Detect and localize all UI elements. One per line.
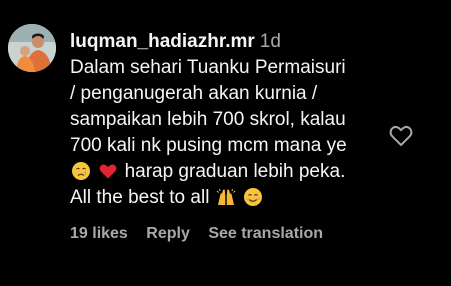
heart-outline-icon [389, 125, 413, 146]
smiling-face-emoji [243, 187, 263, 207]
red-heart-emoji [98, 161, 118, 181]
comment-line-4: 700 kali nk pusing mcm mana ye [70, 135, 347, 156]
comment-line-1: Dalam sehari Tuanku Permaisuri [70, 57, 346, 78]
comment-line-5: harap graduan lebih peka. [70, 159, 390, 185]
comment-line-6-text: All the best to all [70, 187, 210, 208]
raising-hands-emoji [216, 187, 236, 207]
comment-content: luqman_hadiazhr.mr 1d Dalam sehari Tuanku… [70, 30, 390, 243]
see-translation-button[interactable]: See translation [208, 225, 323, 242]
comment-line-2: / penganugerah akan kurnia / [70, 83, 318, 104]
comment-line-5-text: harap graduan lebih peka. [124, 161, 346, 182]
likes-count[interactable]: 19 likes [70, 225, 128, 242]
comment-header: luqman_hadiazhr.mr 1d [70, 30, 390, 54]
timestamp[interactable]: 1d [260, 31, 281, 52]
reply-button[interactable]: Reply [146, 225, 190, 242]
avatar-photo [8, 24, 56, 72]
comment-line-6: All the best to all [70, 185, 390, 211]
avatar[interactable] [8, 24, 56, 72]
comment: luqman_hadiazhr.mr 1d Dalam sehari Tuanku… [0, 0, 451, 286]
comment-text: Dalam sehari Tuanku Permaisuri / penganu… [70, 55, 390, 211]
comment-actions: 19 likes Reply See translation [70, 225, 390, 243]
crying-face-emoji [71, 161, 91, 181]
username[interactable]: luqman_hadiazhr.mr [70, 31, 255, 52]
comment-line-3: sampaikan lebih 700 skrol, kalau [70, 109, 346, 130]
like-button[interactable] [388, 124, 414, 148]
